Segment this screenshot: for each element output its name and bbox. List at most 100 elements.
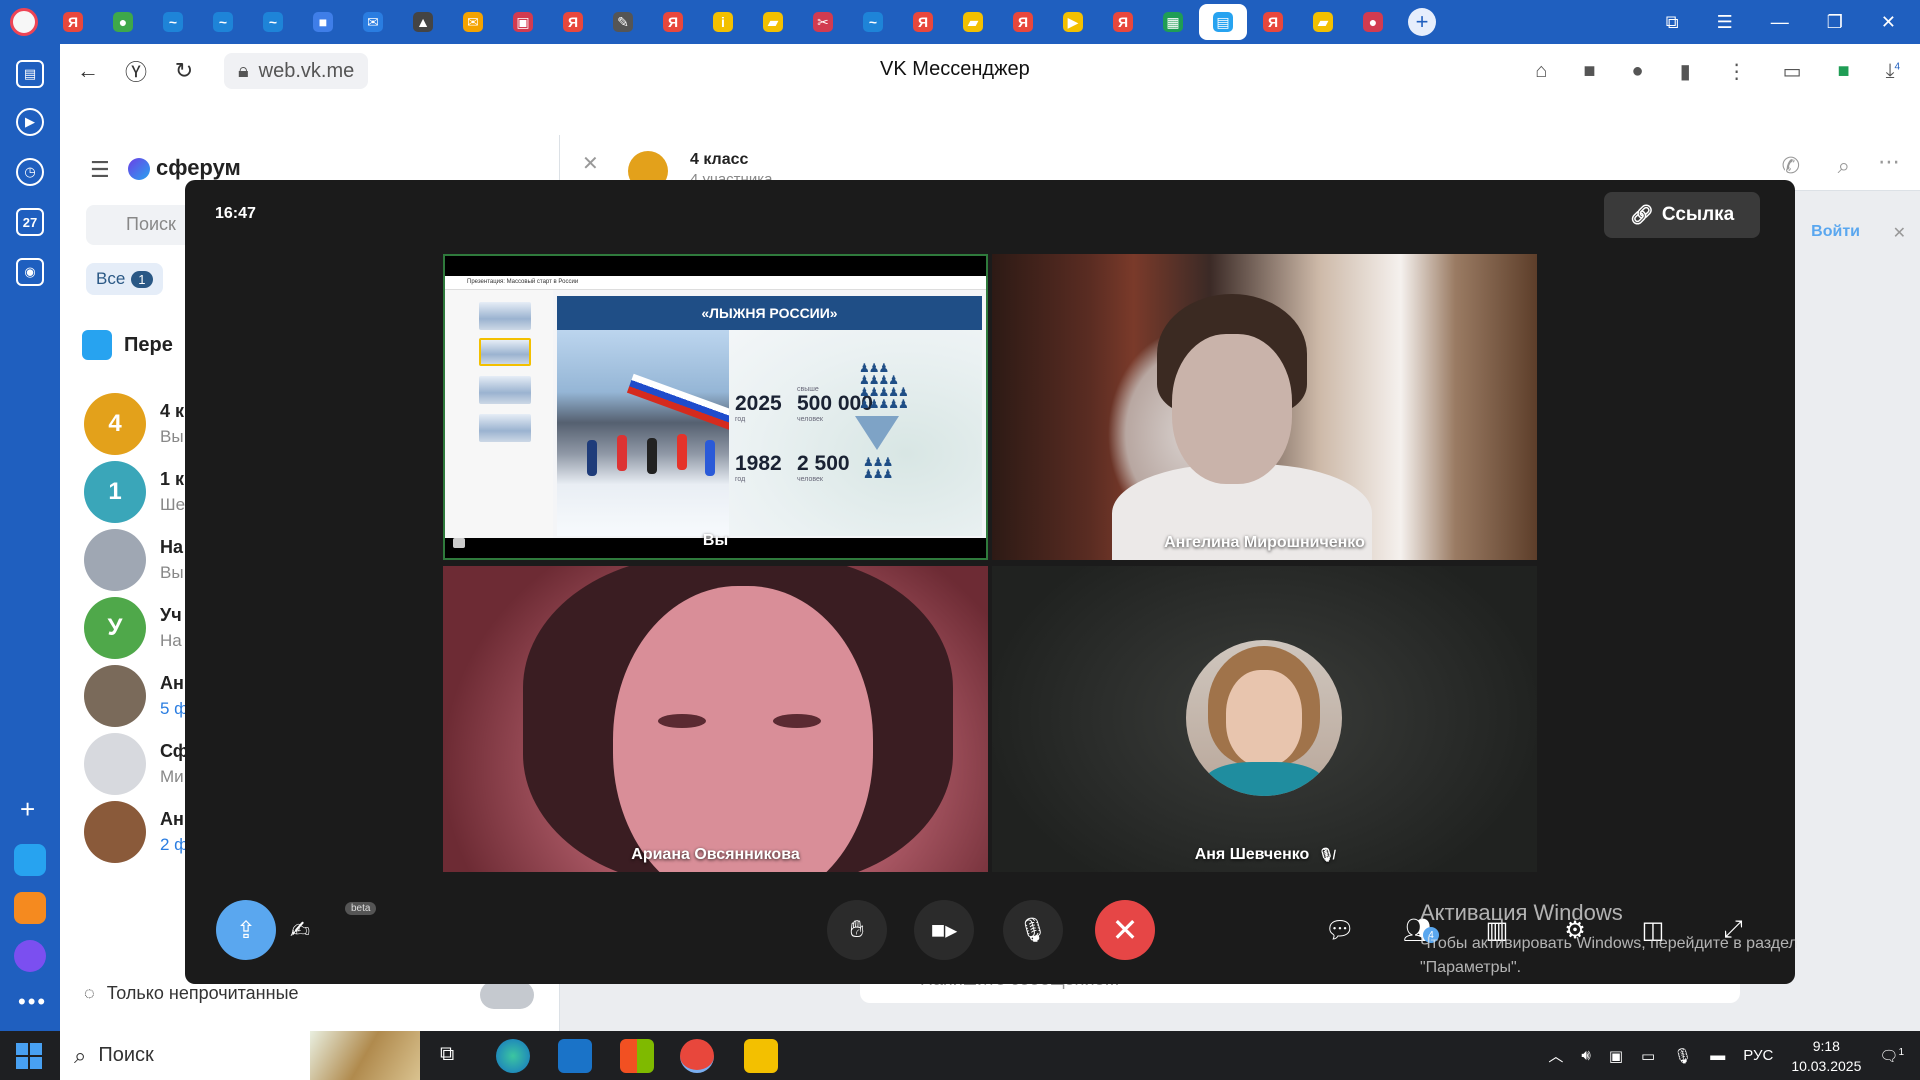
clock[interactable]: 9:18 10.03.2025	[1791, 1036, 1861, 1076]
call-icon[interactable]: ✆	[1782, 153, 1800, 179]
chat-avatar[interactable]: 4	[84, 393, 146, 455]
battery-icon[interactable]: ▬	[1710, 1047, 1725, 1064]
browser-tab[interactable]: ✎	[599, 4, 647, 40]
browser-tab[interactable]: ▰	[749, 4, 797, 40]
yandex-home-button[interactable]: Ⓨ	[116, 51, 156, 91]
add-panel-icon[interactable]: +	[20, 794, 35, 825]
store-taskbar-icon[interactable]	[620, 1039, 654, 1073]
browser-tab[interactable]: i	[699, 4, 747, 40]
browser-tab[interactable]: ▲	[399, 4, 447, 40]
screenshot-icon[interactable]: ◉	[16, 258, 44, 286]
chat-name[interactable]: Ан	[160, 809, 184, 830]
translate-icon[interactable]: ⌂	[1535, 60, 1547, 83]
chat-name[interactable]: Уч	[160, 605, 182, 626]
volume-icon[interactable]: 🔊︎	[1581, 1047, 1590, 1064]
browser-tab[interactable]: ▰	[949, 4, 997, 40]
browser-tab[interactable]: Я	[649, 4, 697, 40]
browser-tab[interactable]: ~	[849, 4, 897, 40]
browser-tab[interactable]: Я	[999, 4, 1047, 40]
back-button[interactable]: ←	[68, 51, 108, 91]
microphone-icon[interactable]: ●	[1631, 60, 1643, 83]
tray-overflow-icon[interactable]: ︿	[1548, 1045, 1563, 1066]
chat-avatar[interactable]	[84, 801, 146, 863]
video-icon[interactable]: ▶	[16, 108, 44, 136]
edge-taskbar-icon[interactable]	[496, 1039, 530, 1073]
downloads-icon[interactable]: ⤓4	[1886, 60, 1900, 83]
chat-avatar[interactable]	[84, 665, 146, 727]
reading-list-icon[interactable]: ▭	[1783, 59, 1802, 84]
copy-link-button[interactable]: 🔗︎ Ссылка	[1604, 192, 1760, 238]
minimize-button[interactable]: —	[1771, 12, 1789, 33]
chat-avatar[interactable]	[84, 529, 146, 591]
history-icon[interactable]: ◷	[16, 158, 44, 186]
bookmark-icon[interactable]: ▮	[1680, 59, 1691, 84]
task-view-icon[interactable]: ⧉	[440, 1043, 454, 1066]
calendar-icon[interactable]: 27	[16, 208, 44, 236]
browser-tab[interactable]: ●	[1349, 4, 1397, 40]
meet-icon[interactable]: ▣	[1609, 1047, 1623, 1065]
browser-tab[interactable]: ●	[99, 4, 147, 40]
browser-tab[interactable]: ✉	[349, 4, 397, 40]
browser-tab[interactable]: Я	[899, 4, 947, 40]
end-call-button[interactable]: ✕	[1095, 900, 1155, 960]
more-options-icon[interactable]: ⋮	[1727, 59, 1747, 84]
camera-icon[interactable]: ■	[1583, 60, 1595, 83]
participant-tile-ariana[interactable]: Ариана Овсянникова	[443, 566, 988, 872]
browser-tab[interactable]: Я	[549, 4, 597, 40]
yandex-browser-taskbar-icon[interactable]	[680, 1039, 714, 1073]
browser-tab[interactable]: Я	[1099, 4, 1147, 40]
participant-tile-anya[interactable]: Аня Шевченко 🎙︎̸	[992, 566, 1537, 872]
chat-name[interactable]: На	[160, 537, 183, 558]
join-call-link[interactable]: Войти	[1811, 223, 1860, 241]
browser-menu-icon[interactable]: ☰	[1717, 12, 1733, 33]
participant-tile-angelina[interactable]: Ангелина Мирошниченко	[992, 254, 1537, 560]
hamburger-icon[interactable]: ☰	[90, 157, 110, 183]
chat-avatar[interactable]	[84, 733, 146, 795]
reload-button[interactable]: ↻	[164, 51, 204, 91]
browser-tab[interactable]: ▦	[1149, 4, 1197, 40]
language-indicator[interactable]: РУС	[1743, 1047, 1773, 1064]
browser-tab[interactable]: ✂	[799, 4, 847, 40]
notification-center-icon[interactable]: 🗨︎1	[1879, 1047, 1904, 1065]
browser-tab[interactable]: ▶	[1049, 4, 1097, 40]
chat-name[interactable]: 4 к	[160, 401, 184, 422]
chat-button[interactable]: 💬︎	[1310, 900, 1370, 960]
browser-tab[interactable]: ■	[299, 4, 347, 40]
chat-name[interactable]: 1 к	[160, 469, 184, 490]
search-icon[interactable]: ⌕	[1838, 153, 1850, 179]
browser-tab[interactable]: ✉	[449, 4, 497, 40]
more-icon[interactable]: •••	[18, 989, 47, 1015]
file-explorer-taskbar-icon[interactable]	[744, 1039, 778, 1073]
browser-tab[interactable]: ▣	[499, 4, 547, 40]
camera-toggle-button[interactable]: ■▸	[914, 900, 974, 960]
chat-more-icon[interactable]: ⋯	[1878, 149, 1900, 175]
effects-button[interactable]: ✍	[270, 900, 330, 960]
sferum-app-icon[interactable]	[14, 844, 46, 876]
chat-avatar[interactable]: У	[84, 597, 146, 659]
chat-avatar[interactable]: 1	[84, 461, 146, 523]
url-field[interactable]: 🔒︎ web.vk.me	[224, 53, 369, 89]
browser-menu-button[interactable]	[0, 0, 48, 44]
collections-icon[interactable]: ▤	[16, 60, 44, 88]
microphone-toggle-button[interactable]: 🎙︎	[1003, 900, 1063, 960]
browser-tab[interactable]: Я	[1249, 4, 1297, 40]
alice-app-icon[interactable]	[14, 940, 46, 972]
network-icon[interactable]: ▭	[1641, 1047, 1655, 1065]
browser-tab[interactable]: ~	[149, 4, 197, 40]
browser-tab[interactable]: ~	[249, 4, 297, 40]
extension-icon[interactable]: ■	[1838, 60, 1850, 83]
participant-tile-self[interactable]: Презентация: Массовый старт в России «ЛЫ…	[443, 254, 988, 560]
screen-share-button[interactable]: ⇪	[216, 900, 276, 960]
microphone-tray-icon[interactable]: 🎙︎	[1673, 1047, 1692, 1065]
unread-toggle[interactable]	[480, 981, 534, 1009]
taskbar-search[interactable]: ⌕ Поиск	[60, 1031, 420, 1080]
new-tab-button[interactable]: +	[1408, 8, 1436, 36]
chat-name[interactable]: Ан	[160, 673, 184, 694]
close-chat-icon[interactable]: ✕	[582, 151, 599, 176]
browser-tab[interactable]: Я	[49, 4, 97, 40]
raise-hand-button[interactable]: ✋︎	[827, 900, 887, 960]
outlook-taskbar-icon[interactable]	[558, 1039, 592, 1073]
filter-all-tab[interactable]: Все 1	[86, 263, 163, 295]
start-button[interactable]	[16, 1043, 42, 1069]
mail-app-icon[interactable]	[14, 892, 46, 924]
